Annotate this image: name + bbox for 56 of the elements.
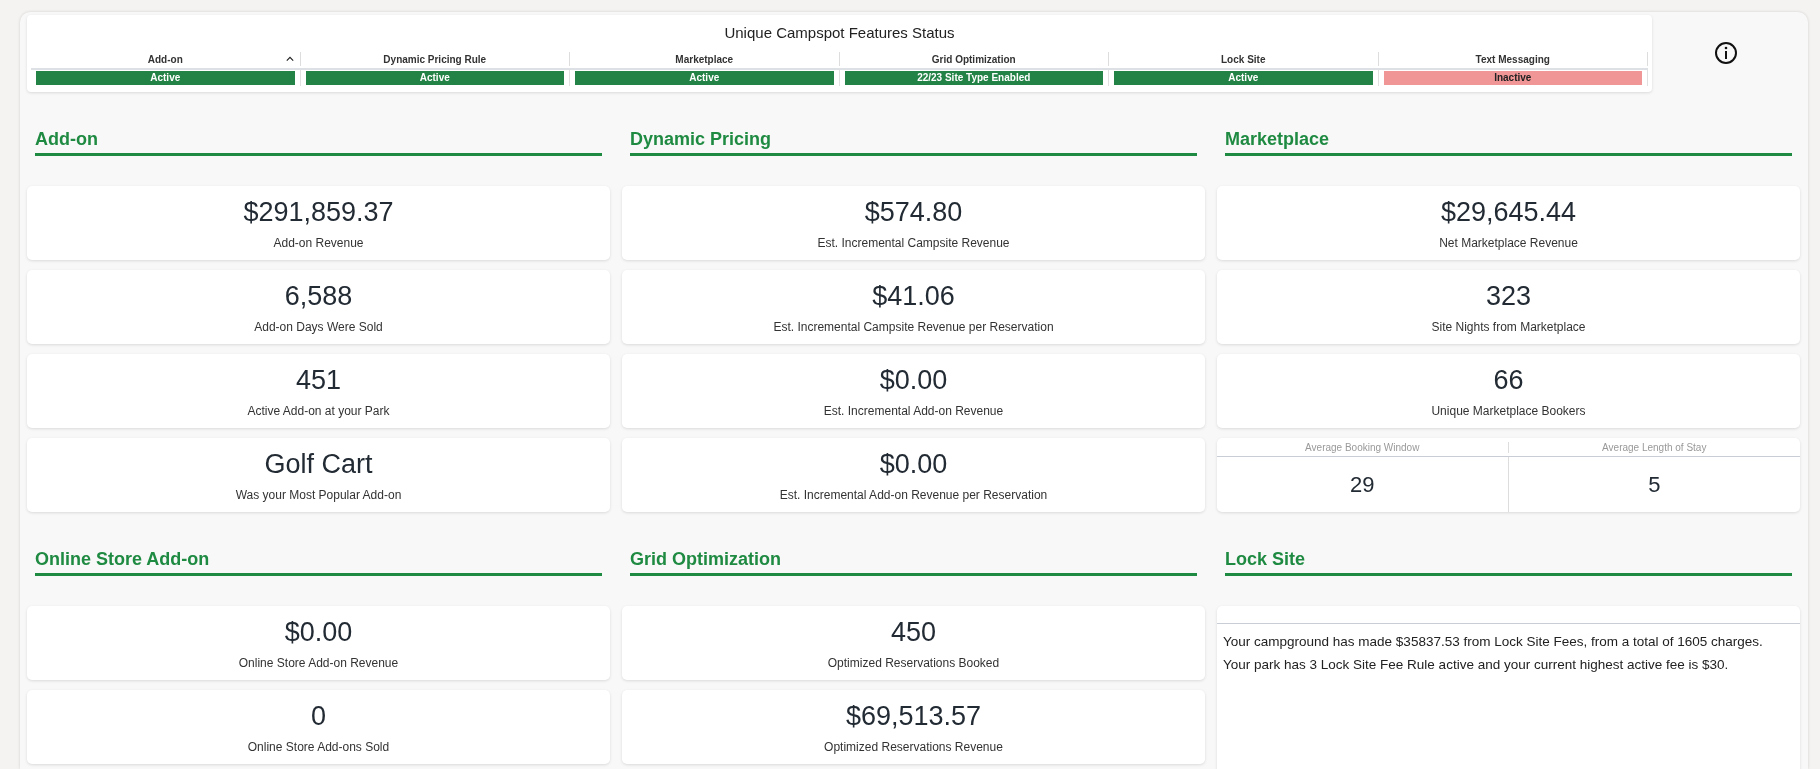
- status-pill: Active: [36, 71, 295, 85]
- metric-label: Was your Most Popular Add-on: [235, 487, 402, 502]
- column-header[interactable]: Lock Site: [1109, 52, 1379, 66]
- status-pill: 22/23 Site Type Enabled: [844, 71, 1103, 85]
- metric-value: 29: [1217, 457, 1509, 512]
- metric-value: $0.00: [284, 616, 353, 648]
- metric-label: Unique Marketplace Bookers: [1431, 403, 1586, 418]
- status-pill: Inactive: [1383, 71, 1642, 85]
- metric-value: $29,645.44: [1440, 196, 1577, 228]
- status-pill: Active: [1114, 71, 1373, 85]
- column-header[interactable]: Add-on: [31, 52, 301, 66]
- metric-label: Add-on Revenue: [273, 235, 364, 250]
- sort-caret-icon[interactable]: [285, 56, 294, 62]
- metric-label: Add-on Days Were Sold: [254, 319, 383, 334]
- metric-value: 0: [311, 700, 326, 732]
- metric-label: Optimized Reservations Booked: [827, 655, 1000, 670]
- status-pill: Active: [305, 71, 564, 85]
- status-pill: Active: [575, 71, 834, 85]
- metric-value: 6,588: [284, 280, 353, 312]
- metric-label: Optimized Reservations Revenue: [824, 739, 1003, 754]
- metric-value: $69,513.57: [845, 700, 982, 732]
- metric-value: 5: [1647, 470, 1662, 499]
- summary-text: Your campground has made $35837.53 from Lock Site Fees, from a total of 1605 charges. Your park has 3 Lock Site Fee Rule active and your current highest active fee is $30.: [1223, 633, 1763, 674]
- column-header[interactable]: Marketplace: [570, 52, 840, 66]
- metric-label: Online Store Add-on Revenue: [238, 655, 399, 670]
- metric-label: Active Add-on at your Park: [247, 403, 390, 418]
- column-header[interactable]: Dynamic Pricing Rule: [300, 52, 570, 66]
- table-title: Unique Campspot Features Status: [723, 24, 956, 41]
- metric-value: 451: [295, 364, 342, 396]
- metric-label: Est. Incremental Add-on Revenue: [823, 403, 1004, 418]
- section-heading: Online Store Add-on: [35, 549, 602, 576]
- column-header[interactable]: Grid Optimization: [839, 52, 1109, 66]
- metric-value: $574.80: [864, 196, 963, 228]
- column-header: Average Booking Window: [1217, 442, 1509, 453]
- metric-label: Est. Incremental Campsite Revenue per Reservation: [773, 319, 1054, 334]
- section-heading: Dynamic Pricing: [630, 129, 1197, 156]
- info-icon[interactable]: [1714, 41, 1738, 65]
- metric-value: 450: [890, 616, 937, 648]
- metric-value: $41.06: [872, 280, 955, 312]
- section-heading: Add-on: [35, 129, 602, 156]
- metric-label: Est. Incremental Add-on Revenue per Reservation: [779, 487, 1048, 502]
- metric-label: Net Marketplace Revenue: [1439, 235, 1578, 250]
- metric-label: Site Nights from Marketplace: [1431, 319, 1586, 334]
- metric-value: $0.00: [879, 364, 948, 396]
- metric-value: Golf Cart: [264, 448, 373, 480]
- metric-value: 323: [1485, 280, 1532, 312]
- section-heading: Grid Optimization: [630, 549, 1197, 576]
- metric-value: 66: [1493, 364, 1524, 396]
- section-heading: Marketplace: [1225, 129, 1792, 156]
- section-heading: Lock Site: [1225, 549, 1792, 576]
- column-header: Average Length of Stay: [1601, 442, 1708, 453]
- column-header[interactable]: Text Messaging: [1378, 52, 1648, 66]
- metric-value: $291,859.37: [243, 196, 394, 228]
- metric-value: $0.00: [879, 448, 948, 480]
- metric-label: Online Store Add-ons Sold: [247, 739, 390, 754]
- metric-label: Est. Incremental Campsite Revenue: [817, 235, 1010, 250]
